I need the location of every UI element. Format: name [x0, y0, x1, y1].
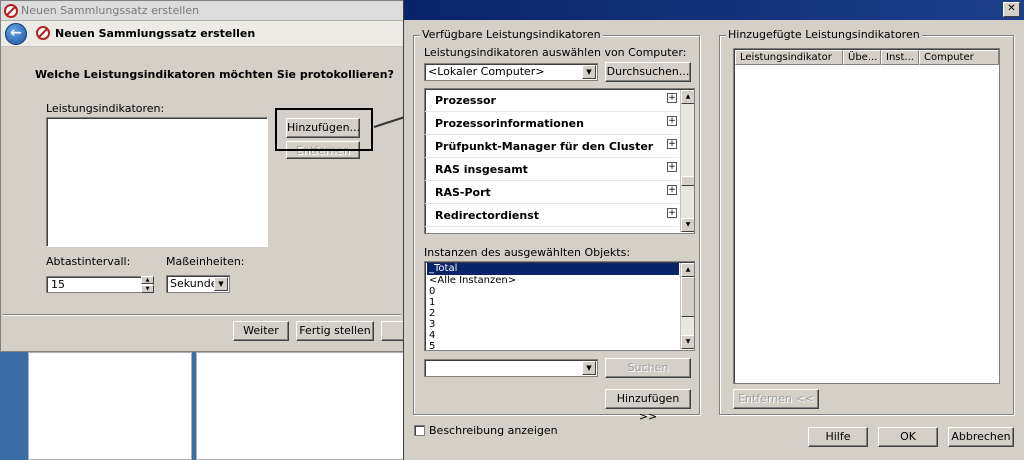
list-item[interactable]: 5 [427, 341, 679, 350]
wizard-header-title: Neuen Sammlungssatz erstellen [55, 27, 256, 40]
instances-label: Instanzen des ausgewählten Objekts: [424, 246, 631, 259]
added-counters-title: Hinzugefügte Leistungsindikatoren [726, 28, 922, 41]
chevron-down-icon[interactable]: ▼ [214, 277, 228, 291]
list-item[interactable]: RAS insgesamt + [425, 158, 679, 181]
search-button: Suchen [605, 358, 691, 378]
wizard-header: ← Neuen Sammlungssatz erstellen [1, 21, 405, 47]
cancel-button[interactable]: Abbrechen [948, 427, 1014, 447]
wizard-window-title: Neuen Sammlungssatz erstellen [21, 4, 200, 17]
plus-expand-icon[interactable]: + [667, 139, 677, 149]
dialog-titlebar [404, 0, 1024, 20]
back-arrow-icon[interactable]: ← [5, 23, 27, 45]
no-entry-app-icon [36, 26, 50, 40]
list-item-selected[interactable]: _Total [427, 263, 679, 275]
chevron-down-icon[interactable]: ▼ [582, 361, 596, 375]
list-item-label: RAS-Port [435, 186, 491, 199]
table-header[interactable]: Leistungsindikator [735, 50, 843, 65]
units-select[interactable]: Sekunden ▼ [166, 275, 230, 293]
list-item-label: Redirectordienst [435, 209, 539, 222]
scrollbar-thumb[interactable] [681, 277, 694, 317]
wizard-footer-divider [3, 314, 401, 316]
objects-scrollbar[interactable]: ▲ ▼ [680, 90, 694, 232]
callout-highlight-box [275, 108, 373, 151]
next-button[interactable]: Weiter [233, 321, 289, 341]
chevron-down-icon[interactable]: ▼ [582, 65, 596, 79]
scroll-down-icon[interactable]: ▼ [681, 335, 694, 349]
help-button[interactable]: Hilfe [808, 427, 868, 447]
spin-up-icon[interactable]: ▲ [141, 276, 154, 284]
computer-select[interactable]: <Lokaler Computer> ▼ [424, 63, 598, 81]
list-item-label: RAS insgesamt [435, 163, 528, 176]
cancel-button-partial[interactable] [381, 321, 405, 341]
plus-expand-icon[interactable]: + [667, 116, 677, 126]
spin-down-icon[interactable]: ▼ [141, 285, 154, 293]
scroll-up-icon[interactable]: ▲ [681, 263, 694, 277]
plus-expand-icon[interactable]: + [667, 93, 677, 103]
list-item[interactable]: Prüfpunkt-Manager für den Cluster + [425, 135, 679, 158]
performance-objects-list[interactable]: Prozessor + Prozessorinformationen + Prü… [424, 88, 695, 234]
units-label: Maßeinheiten: [166, 255, 245, 268]
scroll-down-icon[interactable]: ▼ [681, 218, 694, 232]
counters-label: Leistungsindikatoren: [46, 102, 165, 115]
interval-spinner[interactable]: ▲ ▼ [141, 276, 154, 293]
remove-button: Entfernen << [733, 389, 819, 409]
available-counters-title: Verfügbare Leistungsindikatoren [420, 28, 603, 41]
show-description-checkbox[interactable] [414, 425, 425, 436]
list-item-label: Prüfpunkt-Manager für den Cluster [435, 140, 654, 153]
plus-expand-icon[interactable]: + [667, 208, 677, 218]
plus-expand-icon[interactable]: + [667, 185, 677, 195]
list-item-label: Prozessorinformationen [435, 117, 584, 130]
background-window-pane [196, 352, 404, 460]
wizard-titlebar: Neuen Sammlungssatz erstellen [1, 1, 405, 21]
desktop-background [0, 352, 24, 460]
select-computer-label: Leistungsindikatoren auswählen von Compu… [424, 46, 687, 59]
list-item-label: Prozessor [435, 94, 496, 107]
add-button[interactable]: Hinzufügen >> [605, 389, 691, 423]
counters-listbox[interactable] [46, 117, 268, 247]
interval-input[interactable]: 15 [46, 276, 154, 293]
browse-button[interactable]: Durchsuchen... [605, 62, 691, 82]
table-header[interactable]: Computer [919, 50, 999, 65]
scrollbar-thumb[interactable] [681, 176, 694, 186]
instances-scrollbar[interactable]: ▲ ▼ [680, 263, 694, 349]
table-header[interactable]: Übe... [843, 50, 881, 65]
background-window-pane [28, 352, 192, 460]
search-combo[interactable]: ▼ [424, 359, 598, 377]
list-item[interactable]: Prozessor + [425, 89, 679, 112]
list-item[interactable]: RAS-Port + [425, 181, 679, 204]
scroll-up-icon[interactable]: ▲ [681, 90, 694, 104]
computer-select-value: <Lokaler Computer> [428, 65, 545, 78]
no-entry-app-icon [4, 4, 18, 18]
added-counters-table[interactable]: Leistungsindikator Übe... Inst... Comput… [733, 48, 1000, 384]
finish-button[interactable]: Fertig stellen [296, 321, 374, 341]
table-header[interactable]: Inst... [881, 50, 919, 65]
show-description-label: Beschreibung anzeigen [429, 424, 558, 437]
add-counters-dialog: ✕ Verfügbare Leistungsindikatoren Hinzug… [403, 0, 1024, 460]
instances-list[interactable]: _Total <Alle Instanzen> 0 1 2 3 4 5 ▲ ▼ [424, 261, 695, 351]
wizard-question: Welche Leistungsindikatoren möchten Sie … [35, 68, 394, 81]
interval-label: Abtastintervall: [46, 255, 131, 268]
list-item[interactable]: Redirectordienst + [425, 204, 679, 227]
ok-button[interactable]: OK [878, 427, 938, 447]
list-item[interactable]: Prozessorinformationen + [425, 112, 679, 135]
close-icon[interactable]: ✕ [1003, 2, 1020, 17]
plus-expand-icon[interactable]: + [667, 162, 677, 172]
